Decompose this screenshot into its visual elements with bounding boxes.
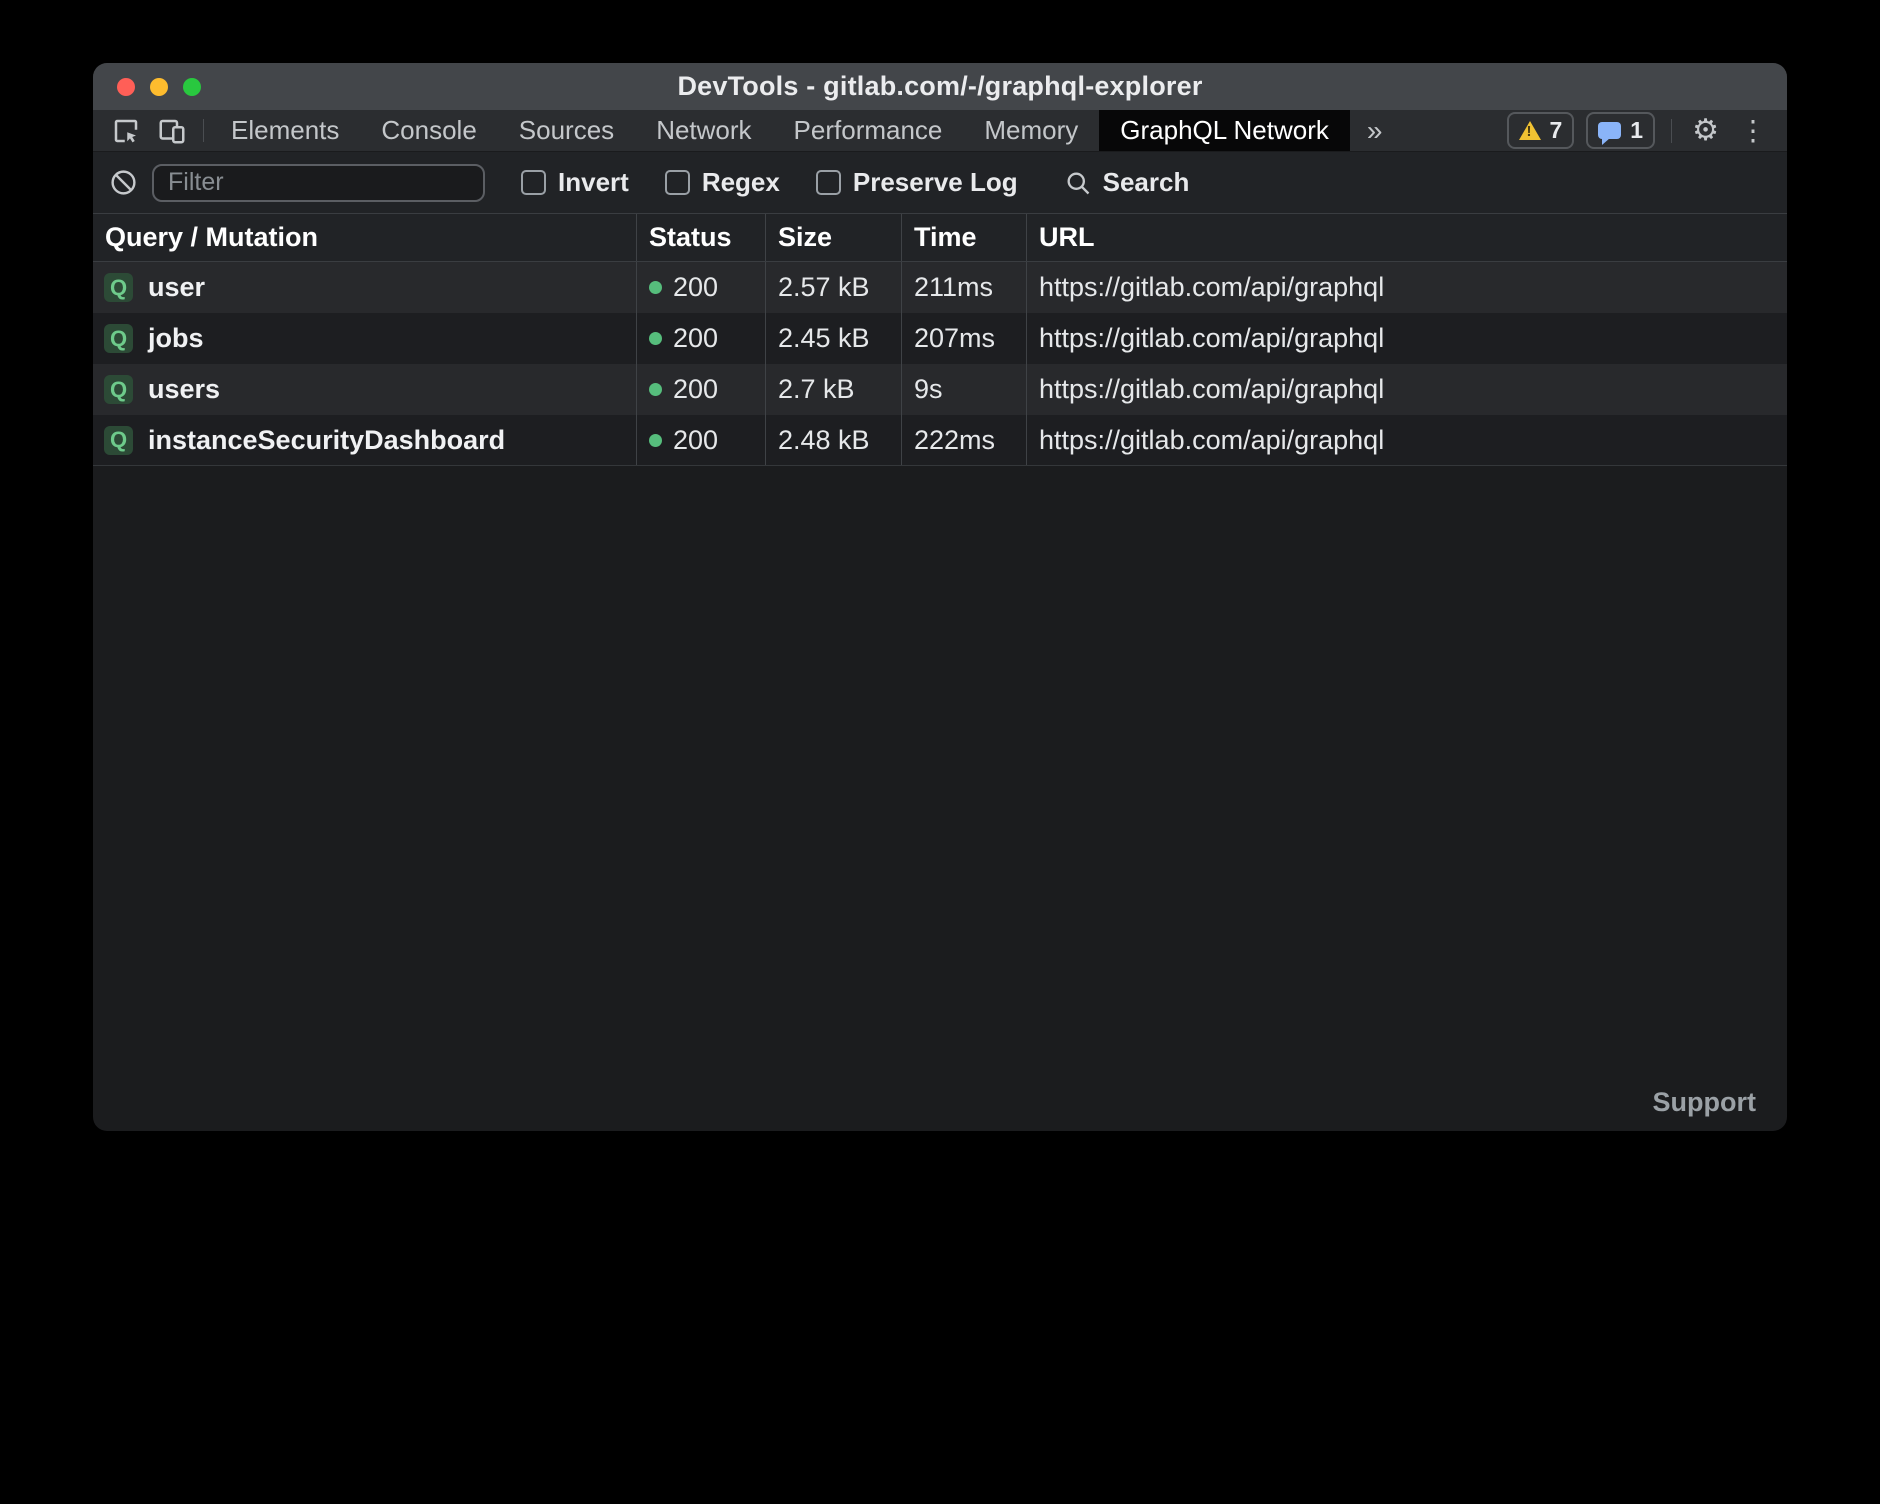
window-title: DevTools - gitlab.com/-/graphql-explorer <box>93 71 1787 102</box>
status-value: 200 <box>673 374 718 405</box>
invert-label: Invert <box>558 167 629 198</box>
regex-checkbox[interactable]: Regex <box>665 167 780 198</box>
query-type-badge: Q <box>104 375 133 404</box>
table-row[interactable]: Q users 200 2.7 kB 9s https://gitlab.com… <box>93 364 1787 415</box>
column-header-time[interactable]: Time <box>901 214 1026 261</box>
preserve-log-checkbox[interactable]: Preserve Log <box>816 167 1018 198</box>
invert-checkbox[interactable]: Invert <box>521 167 629 198</box>
status-value: 200 <box>673 272 718 303</box>
more-tabs-chevron-icon[interactable]: » <box>1350 110 1400 151</box>
query-type-badge: Q <box>104 426 133 455</box>
tab-console[interactable]: Console <box>360 110 497 151</box>
close-button[interactable] <box>117 78 135 96</box>
query-name: jobs <box>148 323 204 354</box>
issue-count: 1 <box>1630 117 1643 144</box>
query-name: users <box>148 374 220 405</box>
table-row[interactable]: Q instanceSecurityDashboard 200 2.48 kB … <box>93 415 1787 466</box>
size-cell: 2.57 kB <box>765 262 901 313</box>
table-row[interactable]: Q jobs 200 2.45 kB 207ms https://gitlab.… <box>93 313 1787 364</box>
url-cell: https://gitlab.com/api/graphql <box>1026 364 1787 415</box>
warning-count: 7 <box>1550 117 1563 144</box>
query-type-badge: Q <box>104 273 133 302</box>
inspect-element-icon[interactable] <box>111 116 141 146</box>
status-cell: 200 <box>636 364 765 415</box>
issues-badge[interactable]: 1 <box>1586 112 1655 149</box>
status-ok-dot-icon <box>649 383 662 396</box>
time-cell: 207ms <box>901 313 1026 364</box>
checkbox-icon <box>521 170 546 195</box>
message-bubble-icon <box>1598 122 1621 139</box>
search-icon <box>1064 169 1092 197</box>
time-cell: 222ms <box>901 415 1026 465</box>
zoom-button[interactable] <box>183 78 201 96</box>
devtools-window: DevTools - gitlab.com/-/graphql-explorer… <box>93 63 1787 1131</box>
table-header: Query / Mutation Status Size Time URL <box>93 214 1787 262</box>
status-value: 200 <box>673 323 718 354</box>
size-cell: 2.7 kB <box>765 364 901 415</box>
support-link[interactable]: Support <box>1647 1086 1762 1119</box>
query-name-cell: Q instanceSecurityDashboard <box>93 415 636 465</box>
status-cell: 200 <box>636 313 765 364</box>
devtools-tool-icons <box>93 110 197 151</box>
minimize-button[interactable] <box>150 78 168 96</box>
query-name-cell: Q jobs <box>93 313 636 364</box>
column-header-url[interactable]: URL <box>1026 214 1787 261</box>
checkbox-icon <box>665 170 690 195</box>
query-name: instanceSecurityDashboard <box>148 425 505 456</box>
size-cell: 2.48 kB <box>765 415 901 465</box>
table-row[interactable]: Q user 200 2.57 kB 211ms https://gitlab.… <box>93 262 1787 313</box>
device-toolbar-icon[interactable] <box>157 116 187 146</box>
warnings-badge[interactable]: 7 <box>1507 112 1575 149</box>
tabbar-divider <box>1671 119 1672 143</box>
regex-label: Regex <box>702 167 780 198</box>
status-ok-dot-icon <box>649 434 662 447</box>
url-cell: https://gitlab.com/api/graphql <box>1026 415 1787 465</box>
filter-input[interactable] <box>152 164 485 202</box>
tab-bar: Elements Console Sources Network Perform… <box>93 110 1787 152</box>
status-cell: 200 <box>636 262 765 313</box>
warning-triangle-icon <box>1519 121 1541 140</box>
search-label: Search <box>1103 167 1190 198</box>
clear-block-icon[interactable] <box>109 168 138 197</box>
tab-network[interactable]: Network <box>635 110 772 151</box>
query-name-cell: Q user <box>93 262 636 313</box>
column-header-status[interactable]: Status <box>636 214 765 261</box>
time-cell: 211ms <box>901 262 1026 313</box>
tab-sources[interactable]: Sources <box>498 110 635 151</box>
titlebar: DevTools - gitlab.com/-/graphql-explorer <box>93 63 1787 110</box>
traffic-lights <box>117 63 201 110</box>
tab-elements[interactable]: Elements <box>210 110 360 151</box>
size-cell: 2.45 kB <box>765 313 901 364</box>
tabbar-divider <box>203 119 204 142</box>
checkbox-icon <box>816 170 841 195</box>
tabbar-right-cluster: 7 1 ⚙ ⋮ <box>1507 110 1788 151</box>
status-ok-dot-icon <box>649 332 662 345</box>
tab-memory[interactable]: Memory <box>963 110 1099 151</box>
column-header-query[interactable]: Query / Mutation <box>93 214 636 261</box>
query-name-cell: Q users <box>93 364 636 415</box>
url-cell: https://gitlab.com/api/graphql <box>1026 262 1787 313</box>
query-name: user <box>148 272 205 303</box>
search-button[interactable]: Search <box>1058 166 1196 199</box>
time-cell: 9s <box>901 364 1026 415</box>
settings-gear-icon[interactable]: ⚙ <box>1688 113 1723 148</box>
column-header-size[interactable]: Size <box>765 214 901 261</box>
status-value: 200 <box>673 425 718 456</box>
url-cell: https://gitlab.com/api/graphql <box>1026 313 1787 364</box>
tab-graphql-network[interactable]: GraphQL Network <box>1099 110 1350 151</box>
preserve-log-label: Preserve Log <box>853 167 1018 198</box>
more-options-icon[interactable]: ⋮ <box>1735 114 1771 147</box>
status-ok-dot-icon <box>649 281 662 294</box>
tab-performance[interactable]: Performance <box>773 110 964 151</box>
filter-toolbar: Invert Regex Preserve Log Search <box>93 152 1787 214</box>
query-type-badge: Q <box>104 324 133 353</box>
status-cell: 200 <box>636 415 765 465</box>
